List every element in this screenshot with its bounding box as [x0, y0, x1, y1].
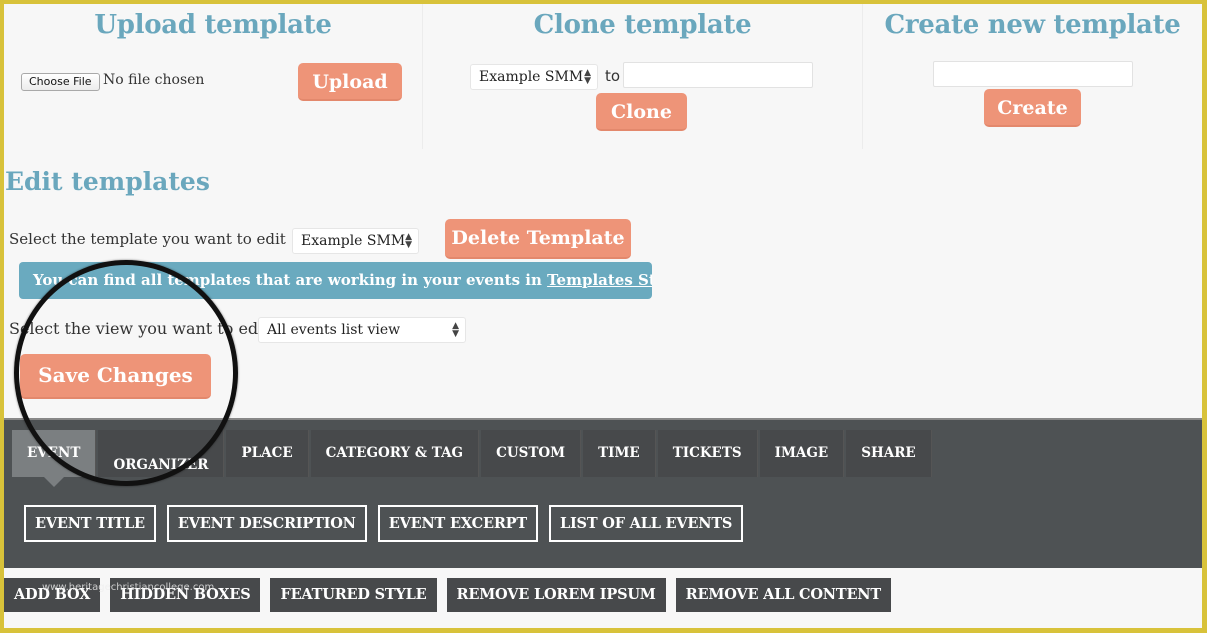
select-arrows-icon: ▲ ▼: [584, 68, 591, 86]
info-text: You can find all templates that are work…: [33, 271, 548, 289]
upload-template-title: Upload template: [94, 10, 332, 40]
clone-source-select[interactable]: Example SMM ▲ ▼: [470, 64, 598, 90]
templates-info-bar: You can find all templates that are work…: [19, 262, 652, 299]
choose-file-button[interactable]: Choose File: [21, 73, 100, 91]
view-select-value: All events list view: [267, 322, 401, 338]
template-actions-row: Upload template Choose File No file chos…: [4, 4, 1202, 154]
field-list-of-all-events[interactable]: LIST OF ALL EVENTS: [548, 505, 744, 542]
edit-template-select[interactable]: Example SMM ▲ ▼: [292, 228, 419, 254]
upload-template-panel: Upload template Choose File No file chos…: [4, 4, 422, 149]
field-event-title[interactable]: EVENT TITLE: [24, 505, 156, 542]
remove-lorem-ipsum-button[interactable]: REMOVE LOREM IPSUM: [446, 578, 666, 612]
tab-custom[interactable]: CUSTOM: [481, 430, 582, 477]
create-button[interactable]: Create: [984, 89, 1081, 127]
to-label: to: [605, 67, 621, 85]
event-field-buttons: EVENT TITLE EVENT DESCRIPTION EVENT EXCE…: [24, 505, 744, 542]
file-status-text: No file chosen: [103, 72, 205, 88]
clone-target-input[interactable]: [623, 62, 813, 88]
delete-template-button[interactable]: Delete Template: [445, 219, 631, 259]
hidden-boxes-button[interactable]: HIDDEN BOXES: [110, 578, 261, 612]
create-template-title: Create new template: [884, 10, 1181, 40]
clone-template-title: Clone template: [533, 10, 752, 40]
templates-status-link[interactable]: Templates Status: [547, 271, 652, 289]
add-box-button[interactable]: ADD BOX: [4, 578, 101, 612]
tab-tickets[interactable]: TICKETS: [657, 430, 758, 477]
tab-share[interactable]: SHARE: [846, 430, 932, 477]
select-arrows-icon: ▲ ▼: [405, 232, 412, 250]
select-arrows-icon: ▲ ▼: [452, 321, 459, 339]
save-changes-button[interactable]: Save Changes: [20, 354, 211, 399]
remove-all-content-button[interactable]: REMOVE ALL CONTENT: [675, 578, 891, 612]
upload-button[interactable]: Upload: [298, 63, 402, 101]
page-frame: Upload template Choose File No file chos…: [4, 4, 1202, 628]
select-template-label: Select the template you want to edit: [9, 230, 286, 248]
tab-event[interactable]: EVENT: [12, 430, 97, 487]
clone-template-panel: Clone template Example SMM ▲ ▼ to Clone: [422, 4, 862, 149]
clone-button[interactable]: Clone: [596, 93, 687, 131]
tab-organizer[interactable]: ORGANIZER: [98, 430, 225, 477]
new-template-name-input[interactable]: [933, 61, 1133, 87]
tab-time[interactable]: TIME: [583, 430, 656, 477]
field-event-excerpt[interactable]: EVENT EXCERPT: [377, 505, 538, 542]
featured-style-button[interactable]: FEATURED STYLE: [270, 578, 437, 612]
template-editor-panel: EVENT ORGANIZER PLACE CATEGORY & TAG CUS…: [4, 418, 1202, 568]
clone-source-value: Example SMM: [479, 69, 584, 85]
editor-action-buttons: ADD BOX HIDDEN BOXES FEATURED STYLE REMO…: [4, 578, 891, 612]
edit-templates-title: Edit templates: [5, 167, 210, 196]
tab-place[interactable]: PLACE: [226, 430, 309, 477]
tab-image[interactable]: IMAGE: [759, 430, 845, 477]
select-view-label: Select the view you want to edit: [9, 319, 270, 338]
field-event-description[interactable]: EVENT DESCRIPTION: [166, 505, 367, 542]
create-template-panel: Create new template Create: [862, 4, 1202, 149]
editor-tabs: EVENT ORGANIZER PLACE CATEGORY & TAG CUS…: [12, 430, 934, 487]
view-select[interactable]: All events list view ▲ ▼: [258, 317, 466, 343]
tab-category-tag[interactable]: CATEGORY & TAG: [310, 430, 480, 477]
edit-template-value: Example SMM: [301, 233, 406, 249]
